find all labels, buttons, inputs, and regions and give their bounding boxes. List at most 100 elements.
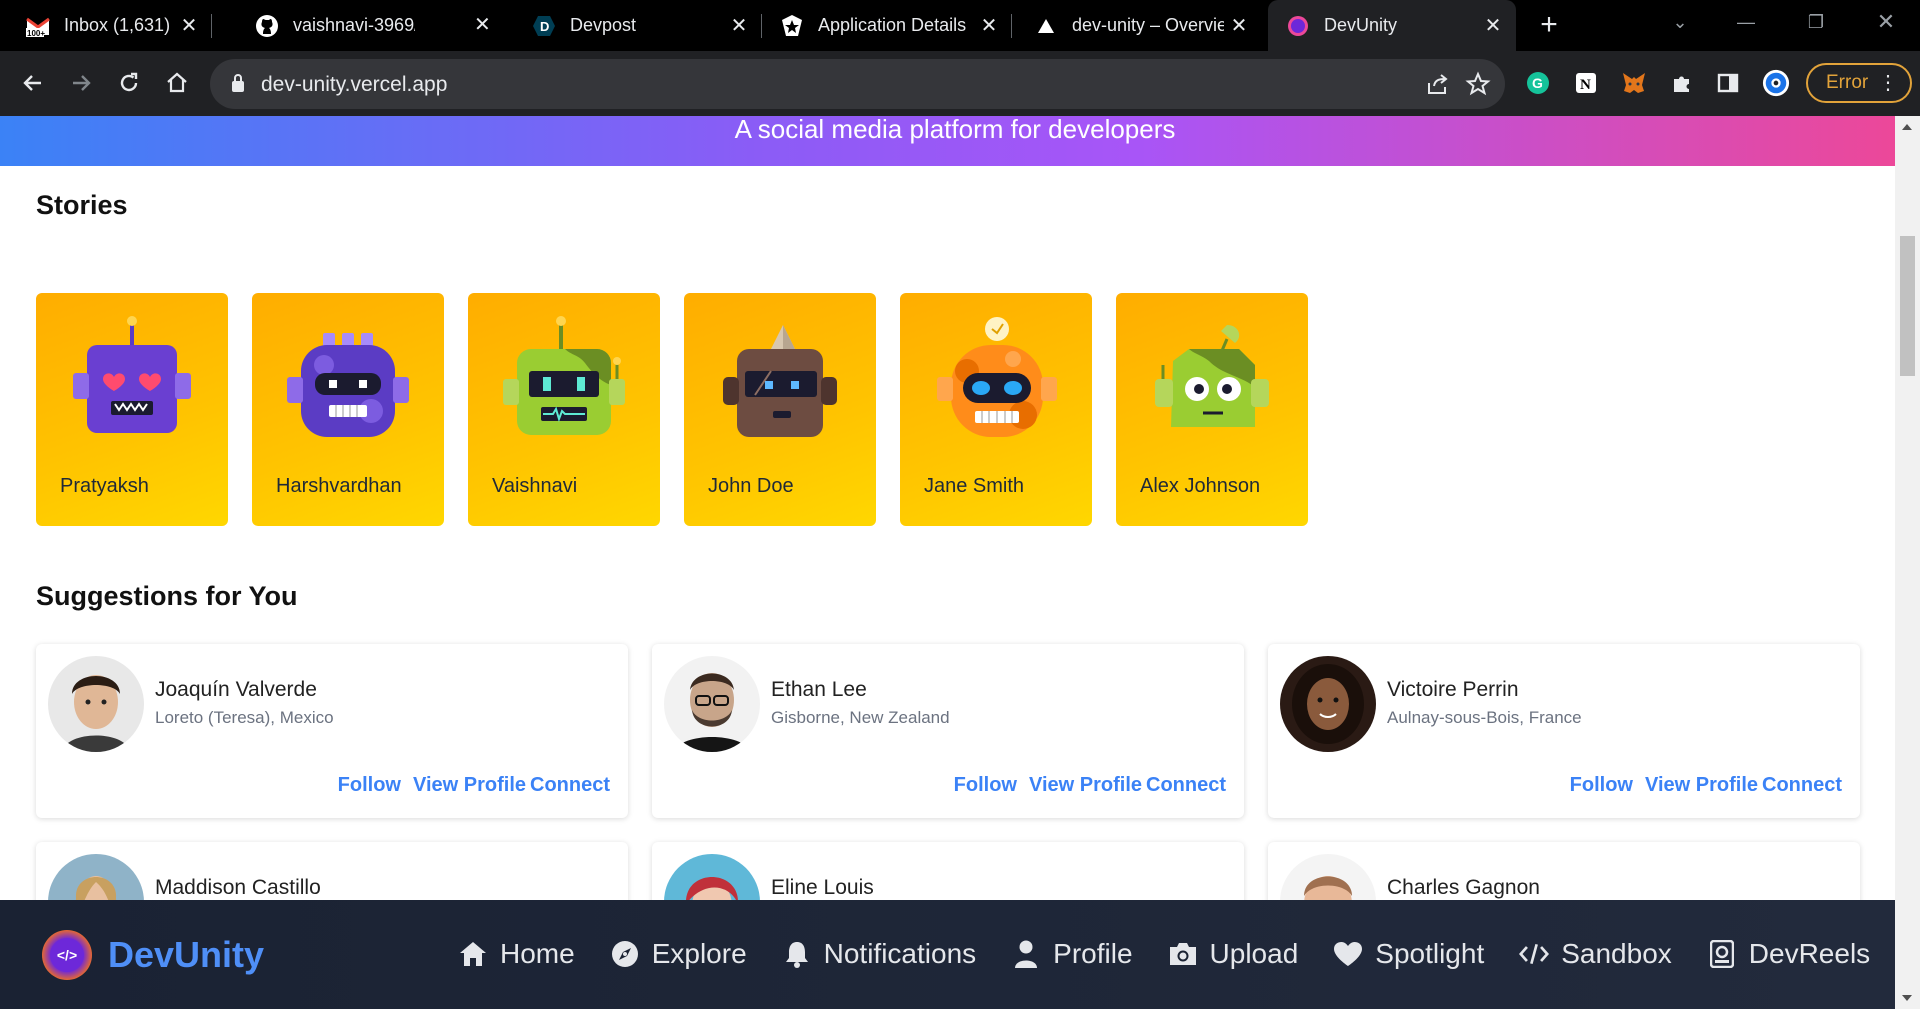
avatar[interactable] bbox=[48, 656, 144, 752]
nav-explore[interactable]: Explore bbox=[610, 938, 747, 970]
story-card[interactable]: Vaishnavi bbox=[468, 293, 660, 526]
back-button[interactable] bbox=[14, 64, 52, 102]
story-card[interactable]: Pratyaksh bbox=[36, 293, 228, 526]
svg-text:D: D bbox=[540, 19, 549, 34]
close-icon[interactable]: ✕ bbox=[174, 13, 204, 38]
card-actions: Follow View Profile Connect bbox=[338, 774, 610, 797]
reload-button[interactable] bbox=[110, 64, 148, 102]
svg-text:N: N bbox=[1580, 77, 1591, 93]
view-profile-button[interactable]: View Profile bbox=[1029, 774, 1142, 797]
arrow-right-icon bbox=[73, 75, 91, 91]
window-close-icon[interactable]: ✕ bbox=[1856, 0, 1916, 44]
tab-title: Inbox (1,631) - vaisl bbox=[64, 15, 174, 35]
nav-items: Home Explore Notifications Profile Uploa… bbox=[458, 938, 1895, 970]
nav-notifications[interactable]: Notifications bbox=[782, 938, 977, 970]
avatar[interactable] bbox=[664, 656, 760, 752]
close-icon[interactable]: ✕ bbox=[1224, 13, 1254, 38]
view-profile-button[interactable]: View Profile bbox=[413, 774, 526, 797]
person-name: Victoire Perrin bbox=[1387, 678, 1519, 701]
vercel-icon bbox=[1034, 14, 1058, 38]
url-text: dev-unity.vercel.app bbox=[261, 73, 448, 96]
follow-button[interactable]: Follow bbox=[338, 774, 401, 797]
more-menu-icon[interactable]: ⋮ bbox=[1878, 65, 1898, 101]
side-panel-icon[interactable] bbox=[1714, 69, 1742, 97]
card-actions: Follow View Profile Connect bbox=[954, 774, 1226, 797]
person-name: Ethan Lee bbox=[771, 678, 867, 701]
nav-label: Notifications bbox=[823, 938, 977, 969]
close-icon[interactable]: ✕ bbox=[474, 12, 491, 37]
grammarly-icon[interactable]: G bbox=[1524, 69, 1552, 97]
story-name: John Doe bbox=[708, 475, 794, 497]
nav-devreels[interactable]: DevReels bbox=[1707, 938, 1870, 970]
story-card[interactable]: John Doe bbox=[684, 293, 876, 526]
story-name: Pratyaksh bbox=[60, 475, 149, 497]
user-icon bbox=[1011, 939, 1041, 969]
restore-icon[interactable]: ❐ bbox=[1786, 0, 1846, 44]
story-name: Alex Johnson bbox=[1140, 475, 1261, 497]
close-icon[interactable]: ✕ bbox=[974, 13, 1004, 38]
tab-application-details[interactable]: Application Details ✕ bbox=[762, 0, 1012, 51]
minimize-icon[interactable]: — bbox=[1716, 0, 1776, 44]
close-icon[interactable]: ✕ bbox=[1478, 13, 1508, 38]
camera-icon bbox=[1168, 939, 1198, 969]
follow-button[interactable]: Follow bbox=[954, 774, 1017, 797]
code-icon bbox=[1519, 939, 1550, 969]
avatar[interactable] bbox=[1280, 656, 1376, 752]
card-actions: Follow View Profile Connect bbox=[1570, 774, 1842, 797]
brand[interactable]: </> DevUnity bbox=[42, 930, 264, 980]
nav-spotlight[interactable]: Spotlight bbox=[1333, 938, 1484, 970]
bottom-navbar: </> DevUnity Home Explore Notifications … bbox=[0, 900, 1895, 1009]
scroll-down-arrow-icon[interactable] bbox=[1902, 995, 1912, 1001]
robot-avatar-icon bbox=[503, 316, 625, 435]
follow-button[interactable]: Follow bbox=[1570, 774, 1633, 797]
heart-icon bbox=[1333, 939, 1363, 969]
tab-github[interactable]: vaishnavi-3969/Hac bbox=[255, 0, 415, 51]
connect-button[interactable]: Connect bbox=[530, 774, 610, 797]
nav-home[interactable]: Home bbox=[458, 938, 575, 970]
share-icon[interactable] bbox=[1425, 71, 1451, 97]
suggestion-card: Ethan Lee Gisborne, New Zealand Follow V… bbox=[652, 644, 1244, 818]
nav-sandbox[interactable]: Sandbox bbox=[1519, 938, 1672, 970]
tab-search-chevron-icon[interactable]: ⌄ bbox=[1650, 0, 1710, 44]
forward-button[interactable] bbox=[62, 64, 100, 102]
scroll-up-arrow-icon[interactable] bbox=[1902, 124, 1912, 130]
metamask-icon[interactable] bbox=[1620, 69, 1648, 97]
browser-tab-strip: 100+ Inbox (1,631) - vaisl ✕ vaishnavi-3… bbox=[0, 0, 1920, 51]
new-tab-button[interactable]: + bbox=[1535, 8, 1563, 42]
scrollbar-thumb[interactable] bbox=[1900, 236, 1915, 376]
person-name: Joaquín Valverde bbox=[155, 678, 317, 701]
tab-title: dev-unity – Overvie bbox=[1072, 15, 1224, 35]
connect-button[interactable]: Connect bbox=[1762, 774, 1842, 797]
story-name: Harshvardhan bbox=[276, 475, 402, 497]
bookmark-star-icon[interactable] bbox=[1465, 71, 1491, 97]
nav-label: Spotlight bbox=[1375, 938, 1485, 969]
nav-label: Explore bbox=[651, 938, 747, 969]
robot-avatar-icon bbox=[1155, 325, 1269, 427]
robot-avatar-icon bbox=[723, 325, 837, 437]
auth0-icon bbox=[780, 14, 804, 38]
nav-label: DevReels bbox=[1748, 938, 1871, 969]
notion-icon[interactable]: N bbox=[1572, 69, 1600, 97]
tab-devunity[interactable]: DevUnity ✕ bbox=[1268, 0, 1516, 51]
address-bar[interactable]: dev-unity.vercel.app bbox=[210, 59, 1505, 109]
tab-gmail[interactable]: 100+ Inbox (1,631) - vaisl ✕ bbox=[0, 0, 212, 51]
story-card[interactable]: Harshvardhan bbox=[252, 293, 444, 526]
robot-avatar-icon bbox=[287, 333, 409, 437]
robot-avatar-icon bbox=[73, 316, 191, 433]
tab-vercel[interactable]: dev-unity – Overvie ✕ bbox=[1012, 0, 1262, 51]
profile-error-button[interactable]: Error ⋮ bbox=[1806, 63, 1912, 103]
page-scrollbar[interactable] bbox=[1895, 116, 1920, 1009]
view-profile-button[interactable]: View Profile bbox=[1645, 774, 1758, 797]
brand-name: DevUnity bbox=[108, 934, 265, 975]
nav-profile[interactable]: Profile bbox=[1011, 938, 1133, 970]
extensions-puzzle-icon[interactable] bbox=[1668, 69, 1696, 97]
tab-devpost[interactable]: D Devpost ✕ bbox=[514, 0, 762, 51]
bell-icon bbox=[782, 939, 812, 969]
nav-upload[interactable]: Upload bbox=[1168, 938, 1298, 970]
story-card[interactable]: Alex Johnson bbox=[1116, 293, 1308, 526]
story-card[interactable]: Jane Smith bbox=[900, 293, 1092, 526]
close-icon[interactable]: ✕ bbox=[724, 13, 754, 38]
connect-button[interactable]: Connect bbox=[1146, 774, 1226, 797]
home-button[interactable] bbox=[158, 64, 196, 102]
profile-avatar-icon[interactable] bbox=[1762, 69, 1790, 97]
